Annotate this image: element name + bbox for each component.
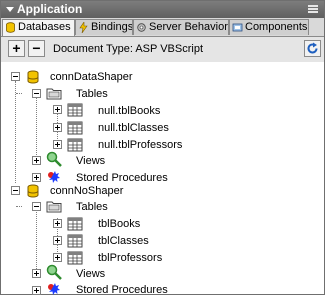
tables-folder-icon <box>46 201 62 213</box>
table-icon <box>67 138 83 152</box>
views-label: Views <box>76 268 106 280</box>
expand-toggle[interactable] <box>53 219 62 228</box>
stored-procedures-label: Stored Procedures <box>76 284 168 296</box>
views-icon <box>46 151 62 167</box>
refresh-icon <box>307 42 318 54</box>
table-name: null.tblClasses <box>98 122 169 134</box>
table-name: null.tblBooks <box>98 105 161 117</box>
table-name: tblClasses <box>98 235 149 247</box>
table-icon <box>67 217 83 231</box>
tables-label: Tables <box>76 201 108 213</box>
connection-name: connNoShaper <box>50 185 124 197</box>
databases-toolbar: + − Document Type: ASP VBScript <box>1 37 324 62</box>
tab-databases-label: Databases <box>18 21 71 33</box>
table-icon <box>67 234 83 248</box>
panel-title: Application <box>17 2 83 16</box>
database-icon <box>27 184 39 198</box>
add-connection-button[interactable]: + <box>8 40 25 57</box>
table-name: tblBooks <box>98 218 141 230</box>
expand-toggle[interactable] <box>32 173 41 182</box>
components-icon <box>232 23 243 32</box>
expand-toggle[interactable] <box>32 286 41 295</box>
bindings-icon <box>79 22 88 33</box>
tab-components[interactable]: Components <box>229 19 309 35</box>
stored-procedures-icon <box>48 171 60 183</box>
tab-databases[interactable]: Databases <box>2 19 75 36</box>
refresh-button[interactable] <box>304 40 321 57</box>
panel-title-bar[interactable]: Application <box>1 1 324 18</box>
table-icon <box>67 121 83 135</box>
collapse-toggle[interactable] <box>32 89 41 98</box>
tab-components-label: Components <box>245 21 308 33</box>
tables-folder-icon <box>46 88 62 100</box>
tables-label: Tables <box>76 88 108 100</box>
panel-options-icon[interactable] <box>308 5 318 14</box>
server-behaviors-icon <box>137 23 146 32</box>
table-name: null.tblProfessors <box>98 139 183 151</box>
application-panel: Application Databases Bindings Server Be… <box>0 0 325 296</box>
database-icon <box>6 22 15 33</box>
table-icon <box>67 103 83 117</box>
database-icon <box>27 70 39 84</box>
collapse-toggle[interactable] <box>32 202 41 211</box>
expand-toggle[interactable] <box>32 269 41 278</box>
database-tree: connDataShaper Tables null.tblBooks null… <box>1 63 324 296</box>
table-icon <box>67 251 83 265</box>
tab-bindings-label: Bindings <box>91 21 133 33</box>
expand-toggle[interactable] <box>53 140 62 149</box>
document-type-label: Document Type: ASP VBScript <box>53 43 204 55</box>
expand-toggle[interactable] <box>53 253 62 262</box>
connection-name: connDataShaper <box>50 71 133 83</box>
collapse-toggle[interactable] <box>11 186 20 195</box>
tab-server-behaviors[interactable]: Server Behaviors <box>133 19 229 35</box>
tab-server-behaviors-label: Server Behaviors <box>149 21 229 33</box>
expand-toggle[interactable] <box>53 123 62 132</box>
tab-strip: Databases Bindings Server Behaviors Comp… <box>1 18 324 37</box>
table-name: tblProfessors <box>98 252 163 264</box>
tab-bindings[interactable]: Bindings <box>75 19 133 35</box>
expand-toggle[interactable] <box>53 236 62 245</box>
expand-toggle[interactable] <box>32 156 41 165</box>
views-label: Views <box>76 155 106 167</box>
views-icon <box>46 264 62 280</box>
remove-connection-button[interactable]: − <box>28 40 45 57</box>
collapse-arrow-icon[interactable] <box>6 7 14 12</box>
expand-toggle[interactable] <box>53 105 62 114</box>
stored-procedures-label: Stored Procedures <box>76 172 168 184</box>
collapse-toggle[interactable] <box>11 72 20 81</box>
